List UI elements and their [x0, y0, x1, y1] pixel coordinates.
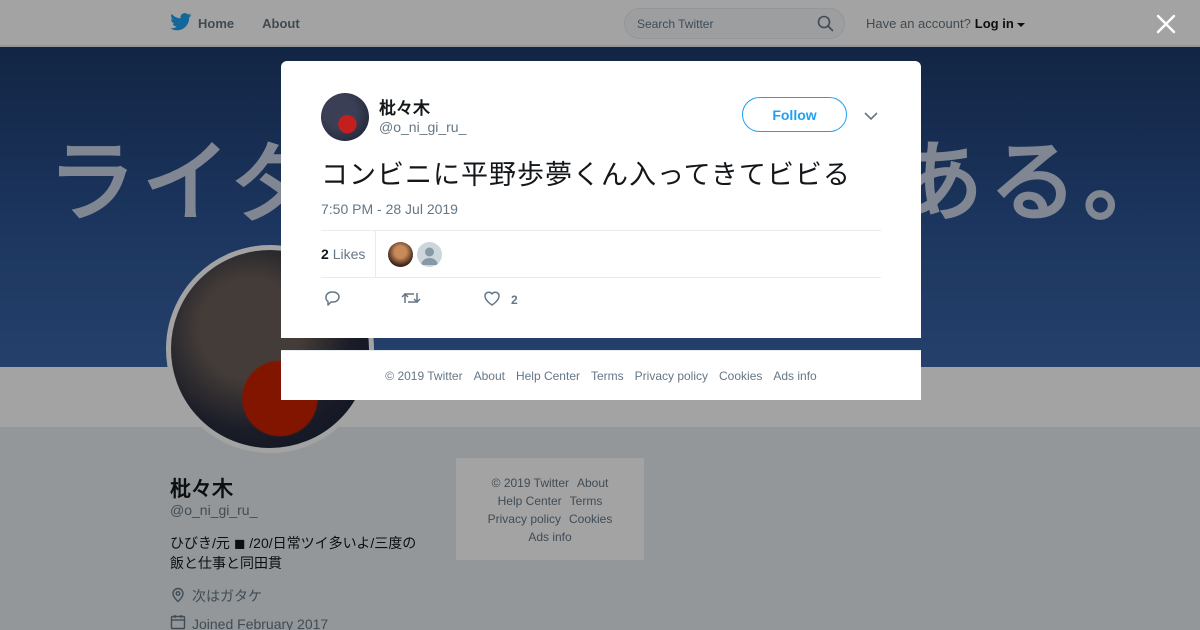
tweet-modal: 枇々木 @o_ni_gi_ru_ Follow コンビニに平野歩夢くん入ってきて… [281, 61, 921, 338]
tweet-avatar[interactable] [321, 93, 369, 141]
stats-divider [375, 231, 376, 277]
footer-help-link[interactable]: Help Center [516, 369, 580, 383]
tweet-timestamp[interactable]: 7:50 PM - 28 Jul 2019 [321, 201, 458, 217]
reply-action[interactable] [323, 289, 341, 310]
likes-count: 2 [321, 246, 329, 262]
follow-button[interactable]: Follow [742, 97, 847, 132]
modal-footer: © 2019 Twitter About Help Center Terms P… [281, 350, 921, 400]
footer-about-link[interactable]: About [474, 369, 505, 383]
retweet-icon [401, 289, 421, 310]
reply-icon [323, 289, 341, 310]
tweet-actions: 2 [321, 289, 621, 309]
footer-cookies-link[interactable]: Cookies [719, 369, 762, 383]
tweet-author-name[interactable]: 枇々木 [379, 94, 430, 119]
heart-icon [483, 289, 501, 310]
footer-ads-link[interactable]: Ads info [773, 369, 816, 383]
like-count: 2 [511, 292, 518, 307]
tweet-author-handle[interactable]: @o_ni_gi_ru_ [379, 119, 466, 135]
liker-avatar-default[interactable] [417, 242, 442, 267]
footer-privacy-link[interactable]: Privacy policy [635, 369, 708, 383]
tweet-stats: 2 Likes [321, 230, 881, 278]
close-icon[interactable] [1154, 12, 1178, 36]
likes-stat[interactable]: 2 Likes [321, 246, 365, 262]
retweet-action[interactable] [401, 289, 421, 310]
likes-label: Likes [332, 246, 366, 262]
tweet-text: コンビニに平野歩夢くん入ってきてビビる [321, 160, 851, 191]
footer-copyright: © 2019 Twitter [385, 368, 463, 383]
footer-terms-link[interactable]: Terms [591, 369, 624, 383]
liker-avatar[interactable] [388, 242, 413, 267]
like-action[interactable]: 2 [483, 289, 518, 310]
chevron-down-icon[interactable] [863, 109, 879, 121]
